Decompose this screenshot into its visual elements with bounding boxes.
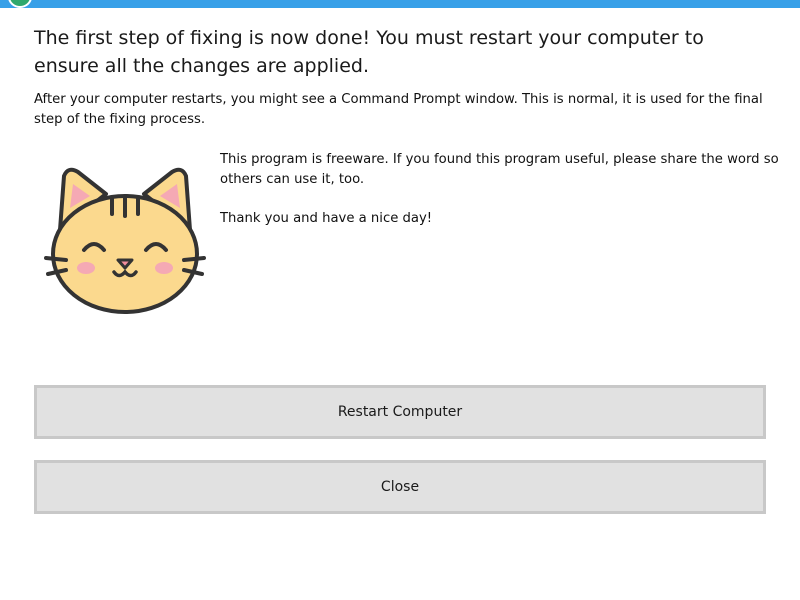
- cat-face-icon: [44, 167, 206, 314]
- restart-computer-button[interactable]: Restart Computer: [34, 385, 766, 439]
- freeware-note: This program is freeware. If you found t…: [220, 152, 779, 187]
- detail-text: After your computer restarts, you might …: [34, 92, 763, 127]
- title-bar: [0, 0, 800, 8]
- close-button[interactable]: Close: [34, 460, 766, 514]
- info-block: This program is freeware. If you found t…: [220, 150, 780, 229]
- main-heading: The first step of fixing is now done! Yo…: [34, 27, 704, 77]
- thanks-message: Thank you and have a nice day!: [220, 211, 433, 226]
- dialog-window: The first step of fixing is now done! Yo…: [0, 0, 800, 600]
